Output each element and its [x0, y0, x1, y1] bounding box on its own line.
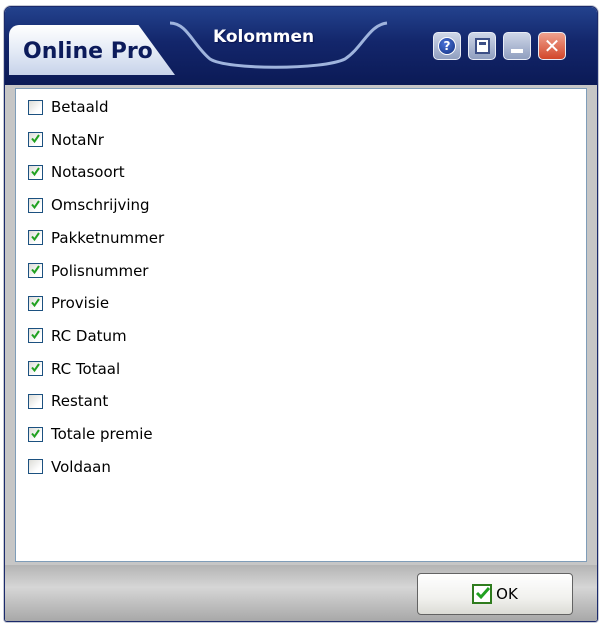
column-checkbox-item[interactable]: Pakketnummer	[28, 227, 164, 249]
checkbox-checked[interactable]	[28, 361, 43, 377]
help-icon: ?	[438, 37, 456, 55]
checkbox-checked[interactable]	[28, 263, 43, 278]
check-mark-icon	[31, 265, 40, 275]
checkbox-unchecked[interactable]	[28, 99, 43, 115]
check-mark-icon	[31, 200, 40, 209]
column-label: Polisnummer	[51, 261, 149, 280]
column-label: NotaNr	[51, 130, 104, 149]
column-label: RC Datum	[51, 326, 127, 345]
dialog-content: Betaald NotaNr Notasoort Omschrijving Pakket…	[5, 85, 597, 565]
column-checkbox-item[interactable]: Notasoort	[28, 161, 125, 183]
minimize-button[interactable]	[503, 32, 531, 60]
check-mark-icon	[31, 134, 40, 144]
minimize-icon	[511, 49, 523, 53]
column-label: RC Totaal	[51, 359, 121, 378]
column-checkbox-item[interactable]: Totale premie	[28, 423, 153, 445]
checkbox-checked[interactable]	[28, 426, 43, 442]
column-label: Totale premie	[51, 425, 153, 443]
checkbox-unchecked[interactable]	[28, 459, 43, 475]
column-label: Restant	[51, 392, 109, 411]
check-mark-icon	[31, 428, 40, 438]
checkbox-unchecked[interactable]	[28, 393, 43, 409]
checkbox-checked[interactable]	[28, 328, 43, 344]
checkbox-checked[interactable]	[28, 132, 43, 148]
column-checkbox-item[interactable]: Omschrijving	[28, 194, 150, 216]
column-label: Pakketnummer	[51, 228, 165, 247]
column-checkbox-item[interactable]: RC Totaal	[28, 358, 120, 380]
column-checkbox-item[interactable]: RC Datum	[28, 325, 127, 347]
check-mark-icon	[31, 232, 40, 242]
app-title: Online Pro	[23, 39, 153, 64]
ok-label: OK	[496, 585, 518, 603]
window-title: Kolommen	[213, 27, 315, 47]
checkbox-checked[interactable]	[28, 295, 43, 311]
close-button[interactable]: ✕	[538, 32, 566, 60]
dialog-footer: OK	[5, 565, 597, 621]
column-checkbox-item[interactable]: Polisnummer	[28, 260, 148, 282]
column-checkbox-item[interactable]: Provisie	[28, 292, 109, 314]
check-mark-icon	[31, 167, 40, 177]
ok-button[interactable]: OK	[417, 573, 573, 615]
close-icon: ✕	[543, 34, 561, 58]
restore-button[interactable]	[468, 32, 496, 60]
check-mark-icon	[31, 298, 40, 307]
column-checkbox-item[interactable]: Voldaan	[28, 456, 111, 478]
restore-icon	[475, 38, 490, 54]
checkbox-checked[interactable]	[28, 164, 43, 180]
column-checkbox-item[interactable]: Restant	[28, 390, 108, 412]
column-label: Betaald	[51, 98, 109, 116]
kolommen-dialog: Online Pro Kolommen ? ✕ Betaald NotaNr Not…	[4, 6, 598, 622]
title-buttons: ? ✕	[433, 32, 566, 60]
help-button[interactable]: ?	[433, 32, 461, 60]
check-mark-icon	[31, 363, 40, 373]
check-mark-icon	[31, 330, 40, 340]
checkbox-checked[interactable]	[28, 230, 43, 246]
title-bar[interactable]: Online Pro Kolommen ? ✕	[5, 7, 597, 85]
column-label: Voldaan	[51, 457, 111, 476]
column-checkbox-item[interactable]: Betaald	[28, 96, 108, 118]
column-label: Notasoort	[51, 163, 125, 182]
column-checkbox-item[interactable]: NotaNr	[28, 129, 104, 151]
column-label: Provisie	[51, 294, 110, 313]
column-checklist[interactable]: Betaald NotaNr Notasoort Omschrijving Pakket…	[15, 88, 587, 562]
checkbox-checked[interactable]	[28, 197, 43, 213]
green-check-icon	[472, 584, 493, 604]
column-label: Omschrijving	[51, 196, 150, 215]
